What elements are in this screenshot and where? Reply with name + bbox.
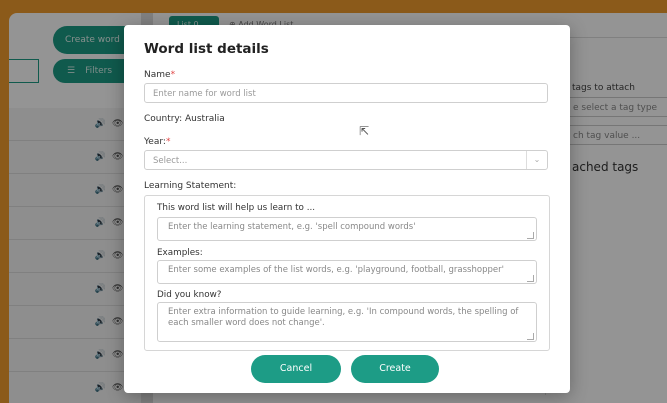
year-select-value: Select... <box>153 156 188 166</box>
resize-handle-icon[interactable] <box>527 333 534 340</box>
dialog-title: Word list details <box>144 41 269 57</box>
learn-to-textarea[interactable]: Enter the learning statement, e.g. 'spel… <box>157 217 537 241</box>
resize-handle-icon[interactable] <box>527 275 534 282</box>
learn-to-placeholder: Enter the learning statement, e.g. 'spel… <box>168 222 416 232</box>
did-you-know-textarea[interactable]: Enter extra information to guide learnin… <box>157 302 537 342</box>
word-list-details-dialog: Word list details Name* Enter name for w… <box>124 25 570 393</box>
year-label-text: Year: <box>144 137 166 147</box>
examples-placeholder: Enter some examples of the list words, e… <box>168 265 504 275</box>
learning-statement-label: Learning Statement: <box>144 181 237 191</box>
country-text: Country: Australia <box>144 114 225 124</box>
examples-textarea[interactable]: Enter some examples of the list words, e… <box>157 260 537 284</box>
did-you-know-label: Did you know? <box>157 290 222 300</box>
did-you-know-placeholder: Enter extra information to guide learnin… <box>168 307 519 328</box>
name-input[interactable]: Enter name for word list <box>144 83 548 103</box>
learning-statement-box: This word list will help us learn to ...… <box>144 195 550 351</box>
year-label: Year:* <box>144 137 170 147</box>
chevron-down-icon[interactable]: ⌄ <box>526 151 547 169</box>
year-select[interactable]: Select... ⌄ <box>144 150 548 170</box>
mouse-cursor-icon: ⇱ <box>359 124 370 138</box>
name-required-mark: * <box>170 70 176 80</box>
examples-label: Examples: <box>157 248 203 258</box>
create-button[interactable]: Create <box>351 355 439 383</box>
year-required-mark: * <box>165 137 171 147</box>
resize-handle-icon[interactable] <box>527 232 534 239</box>
name-label: Name* <box>144 70 175 80</box>
cancel-button[interactable]: Cancel <box>251 355 341 383</box>
learn-to-label: This word list will help us learn to ... <box>157 203 316 213</box>
name-label-text: Name <box>144 70 171 80</box>
